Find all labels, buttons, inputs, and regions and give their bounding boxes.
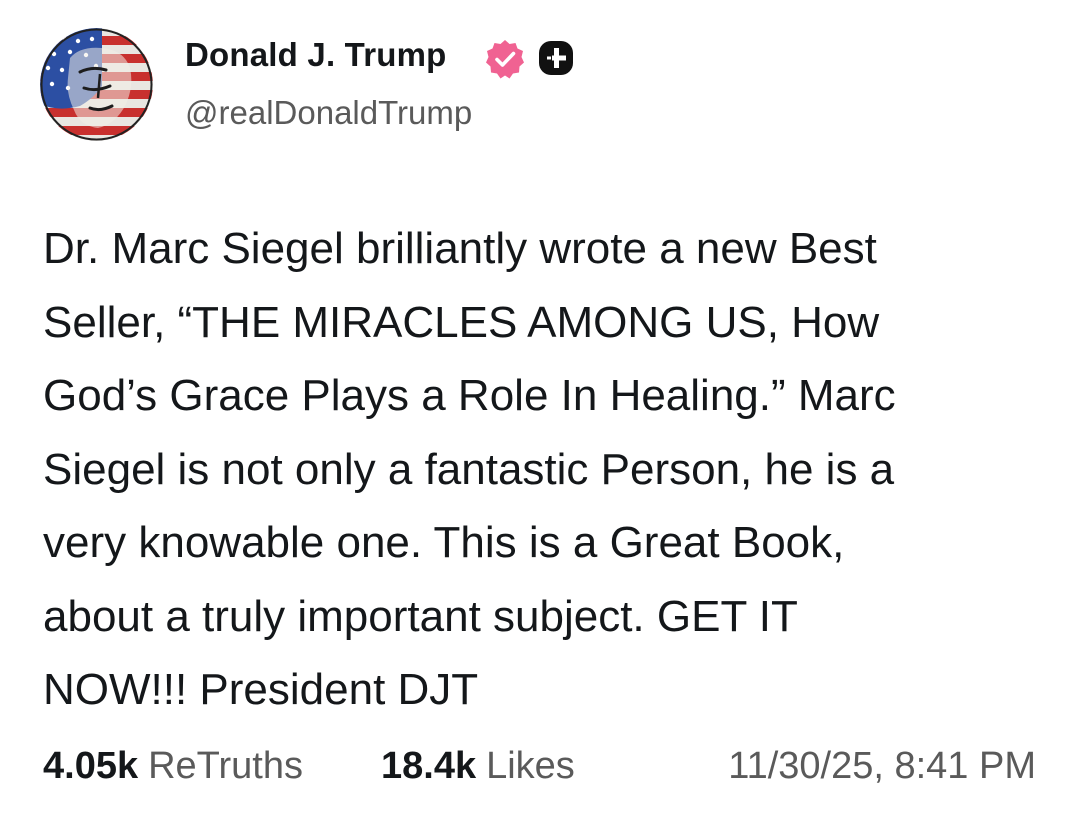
plus-badge-icon <box>538 40 574 76</box>
retruths-label: ReTruths <box>148 745 303 787</box>
post-body-text: Dr. Marc Siegel brilliantly wrote a new … <box>43 224 896 714</box>
post-timestamp[interactable]: 11/30/25, 8:41 PM <box>728 745 1036 788</box>
author-display-name[interactable]: Donald J. Trump <box>185 36 447 74</box>
retruths-count: 4.05k <box>43 745 139 787</box>
avatar-flag-portrait-icon <box>40 28 153 141</box>
likes-count: 18.4k <box>381 745 477 787</box>
post-card: Donald J. Trump @realDonaldTrump Dr. Mar… <box>0 0 1080 835</box>
verified-badge-icon <box>484 38 526 80</box>
avatar[interactable] <box>40 28 153 141</box>
likes-stat[interactable]: 18.4k Likes <box>381 745 575 788</box>
retruths-stat[interactable]: 4.05k ReTruths <box>43 745 303 788</box>
likes-label: Likes <box>486 745 575 787</box>
author-handle[interactable]: @realDonaldTrump <box>185 94 472 132</box>
